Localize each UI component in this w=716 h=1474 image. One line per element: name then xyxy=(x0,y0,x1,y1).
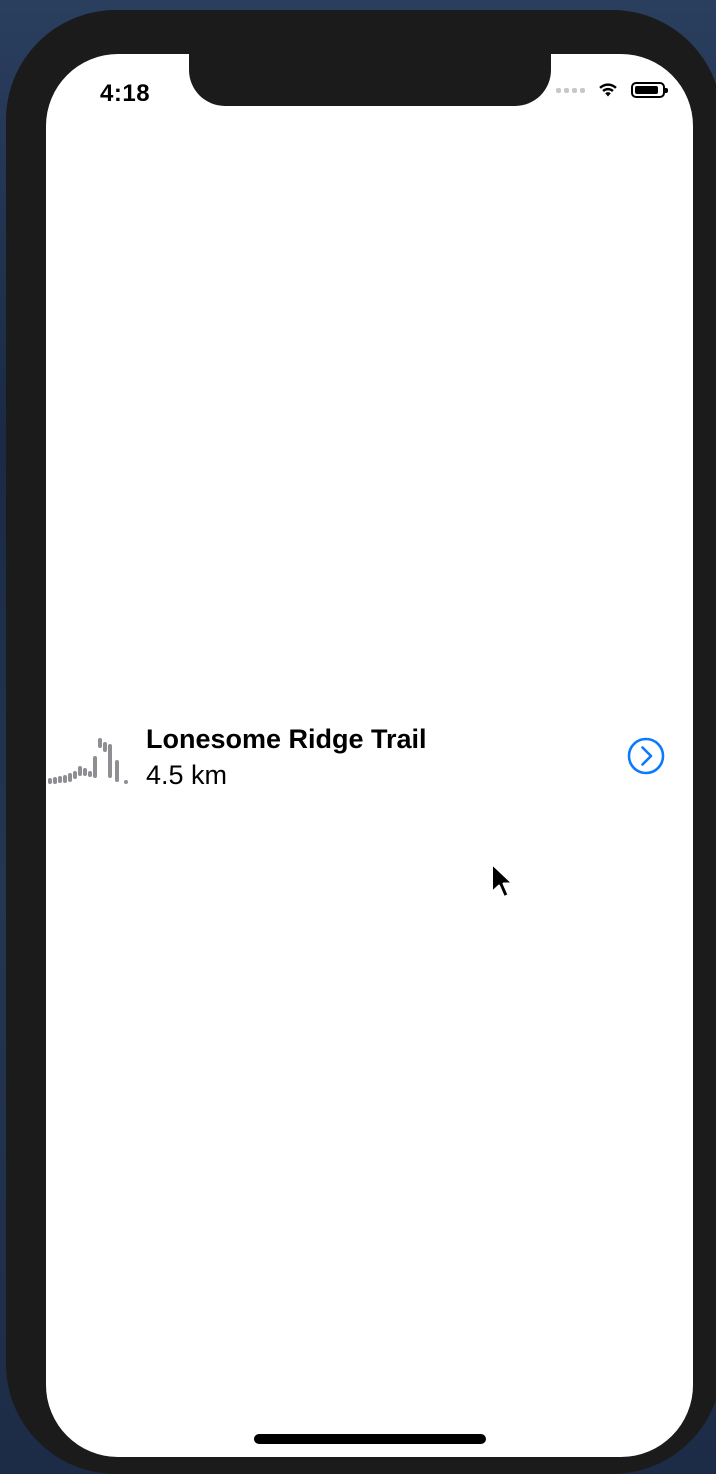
cellular-signal-icon xyxy=(556,87,585,93)
elevation-graph-mark xyxy=(68,773,72,782)
elevation-graph-mark xyxy=(115,760,119,782)
chevron-right-circle-icon[interactable] xyxy=(627,737,665,775)
elevation-graph-mark xyxy=(73,771,77,779)
status-indicators xyxy=(556,82,668,98)
battery-level xyxy=(635,86,658,94)
elevation-graph-mark xyxy=(108,744,112,778)
elevation-graph-mark xyxy=(83,768,87,776)
elevation-graph-mark xyxy=(78,766,82,776)
wifi-icon xyxy=(599,83,617,97)
device-frame: 4:18 Lonesome Ridge Trail 4.5 km xyxy=(6,10,716,1474)
elevation-graph-mark xyxy=(124,780,128,784)
elevation-graph-mark xyxy=(58,776,62,783)
phone-screen: 4:18 Lonesome Ridge Trail 4.5 km xyxy=(46,54,693,1457)
elevation-graph-mark xyxy=(93,756,97,778)
status-time: 4:18 xyxy=(100,80,151,107)
elevation-graph-mark xyxy=(63,775,67,783)
elevation-graph-mark xyxy=(88,771,92,777)
elevation-graph-mark xyxy=(53,777,57,784)
device-notch xyxy=(189,54,551,106)
hike-distance: 4.5 km xyxy=(146,760,228,790)
battery-icon xyxy=(631,82,668,98)
elevation-graph-icon xyxy=(48,738,128,784)
home-indicator[interactable] xyxy=(254,1434,486,1444)
hike-name: Lonesome Ridge Trail xyxy=(146,724,427,754)
hike-row[interactable]: Lonesome Ridge Trail 4.5 km xyxy=(46,720,693,798)
elevation-graph-mark xyxy=(48,778,52,784)
elevation-graph-mark xyxy=(103,742,107,752)
mouse-pointer-icon xyxy=(491,863,514,898)
elevation-graph-mark xyxy=(98,738,102,748)
